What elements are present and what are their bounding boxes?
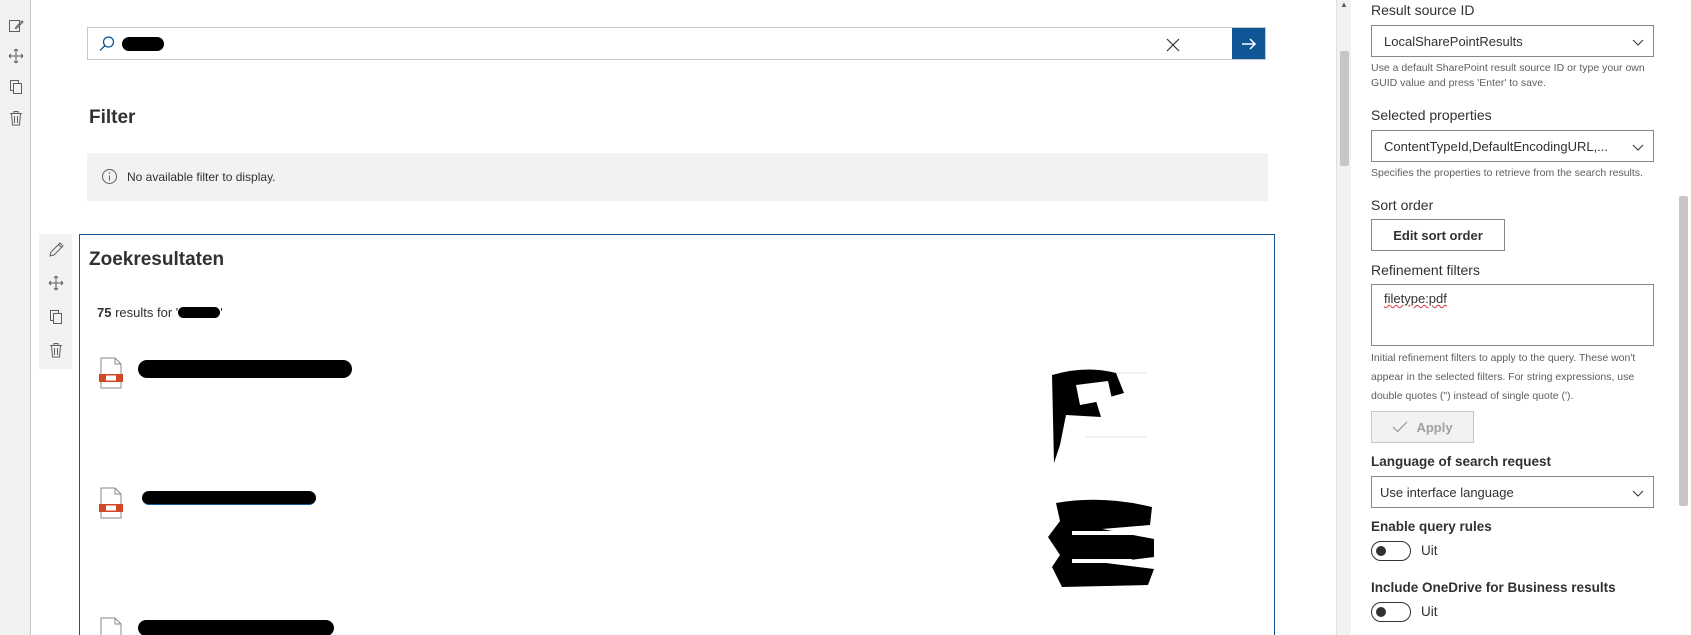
search-input[interactable] xyxy=(120,32,1150,56)
redacted-title xyxy=(138,360,352,378)
checkmark-icon xyxy=(1392,421,1408,433)
page-root: Filter No available filter to display. Z… xyxy=(0,0,1691,635)
search-results-webpart: Zoekresultaten 75 results for ' ' xyxy=(79,234,1275,635)
chevron-down-icon xyxy=(1631,486,1645,500)
result-thumbnail xyxy=(1048,499,1154,587)
move-section-icon[interactable] xyxy=(6,46,26,66)
language-value: Use interface language xyxy=(1380,485,1514,500)
filter-message-box: No available filter to display. xyxy=(87,153,1268,201)
query-rules-toggle[interactable] xyxy=(1371,541,1411,561)
clear-search-icon[interactable] xyxy=(1163,35,1183,55)
refinement-filters-label: Refinement filters xyxy=(1371,262,1480,278)
info-icon xyxy=(101,168,118,185)
selected-properties-label: Selected properties xyxy=(1371,107,1492,123)
webpart-toolbar xyxy=(39,234,72,369)
chevron-down-icon xyxy=(1631,35,1645,49)
canvas-scrollbar[interactable]: ▲ xyxy=(1336,0,1351,635)
selected-properties-help: Specifies the properties to retrieve fro… xyxy=(1371,167,1643,179)
onedrive-toggle[interactable] xyxy=(1371,602,1411,622)
result-item xyxy=(98,617,1198,635)
edit-section-icon[interactable] xyxy=(6,15,26,35)
toggle-knob xyxy=(1376,607,1386,617)
redacted-query xyxy=(122,37,164,51)
apply-button[interactable]: Apply xyxy=(1371,411,1474,443)
results-count-close: ' xyxy=(220,305,223,320)
delete-section-icon[interactable] xyxy=(6,108,26,128)
move-webpart-icon[interactable] xyxy=(46,273,66,293)
apply-button-label: Apply xyxy=(1416,419,1453,435)
onedrive-state: Uit xyxy=(1421,604,1438,619)
duplicate-section-icon[interactable] xyxy=(6,77,26,97)
property-pane: Result source ID LocalSharePointResults … xyxy=(1351,0,1676,635)
pdf-file-icon xyxy=(98,487,124,519)
search-submit-button[interactable] xyxy=(1232,28,1265,59)
chevron-down-icon xyxy=(1631,140,1645,154)
result-source-help: Use a default SharePoint result source I… xyxy=(1371,62,1645,89)
section-toolbar xyxy=(0,0,31,635)
pdf-file-icon xyxy=(98,357,124,389)
sort-order-label: Sort order xyxy=(1371,197,1434,213)
selected-properties-dropdown[interactable]: ContentTypeId,DefaultEncodingURL,... xyxy=(1371,130,1654,162)
onedrive-label: Include OneDrive for Business results xyxy=(1371,580,1616,595)
refinement-filters-input[interactable]: filetype:pdf xyxy=(1371,284,1654,346)
result-thumbnail xyxy=(1052,369,1146,463)
selected-properties-value: ContentTypeId,DefaultEncodingURL,... xyxy=(1384,139,1609,154)
toggle-knob xyxy=(1376,546,1386,556)
language-label: Language of search request xyxy=(1371,454,1552,469)
pdf-file-icon xyxy=(98,617,124,635)
result-source-dropdown[interactable]: LocalSharePointResults xyxy=(1371,25,1654,57)
result-item xyxy=(98,357,1198,397)
result-item xyxy=(98,487,1198,527)
refinement-filters-value: filetype:pdf xyxy=(1384,291,1447,306)
filter-title: Filter xyxy=(89,107,136,128)
results-count-suffix: results for ' xyxy=(115,305,179,320)
results-count: 75 results for ' ' xyxy=(97,305,223,320)
duplicate-webpart-icon[interactable] xyxy=(46,307,66,327)
results-title: Zoekresultaten xyxy=(89,249,225,270)
edit-sort-order-button[interactable]: Edit sort order xyxy=(1371,219,1505,251)
query-rules-label: Enable query rules xyxy=(1371,519,1492,534)
search-icon xyxy=(98,35,116,53)
result-source-value: LocalSharePointResults xyxy=(1384,34,1523,49)
scroll-up-icon[interactable]: ▲ xyxy=(1340,0,1348,9)
redacted-title xyxy=(138,620,334,635)
search-box xyxy=(87,27,1266,60)
refinement-filters-help: Initial refinement filters to apply to t… xyxy=(1371,352,1636,402)
redacted-title xyxy=(142,491,316,505)
delete-webpart-icon[interactable] xyxy=(46,340,66,360)
arrow-right-icon xyxy=(1241,37,1256,50)
page-canvas: Filter No available filter to display. Z… xyxy=(31,0,1336,635)
results-count-number: 75 xyxy=(97,305,112,320)
result-source-label: Result source ID xyxy=(1371,2,1475,18)
edit-webpart-icon[interactable] xyxy=(46,240,66,260)
redacted-query-term xyxy=(178,307,221,318)
canvas-scrollbar-thumb[interactable] xyxy=(1340,51,1349,166)
property-pane-scrollbar[interactable] xyxy=(1676,0,1691,635)
query-rules-state: Uit xyxy=(1421,543,1438,558)
property-pane-scrollbar-thumb[interactable] xyxy=(1679,196,1688,506)
language-dropdown[interactable]: Use interface language xyxy=(1371,476,1654,508)
filter-message: No available filter to display. xyxy=(127,170,276,184)
